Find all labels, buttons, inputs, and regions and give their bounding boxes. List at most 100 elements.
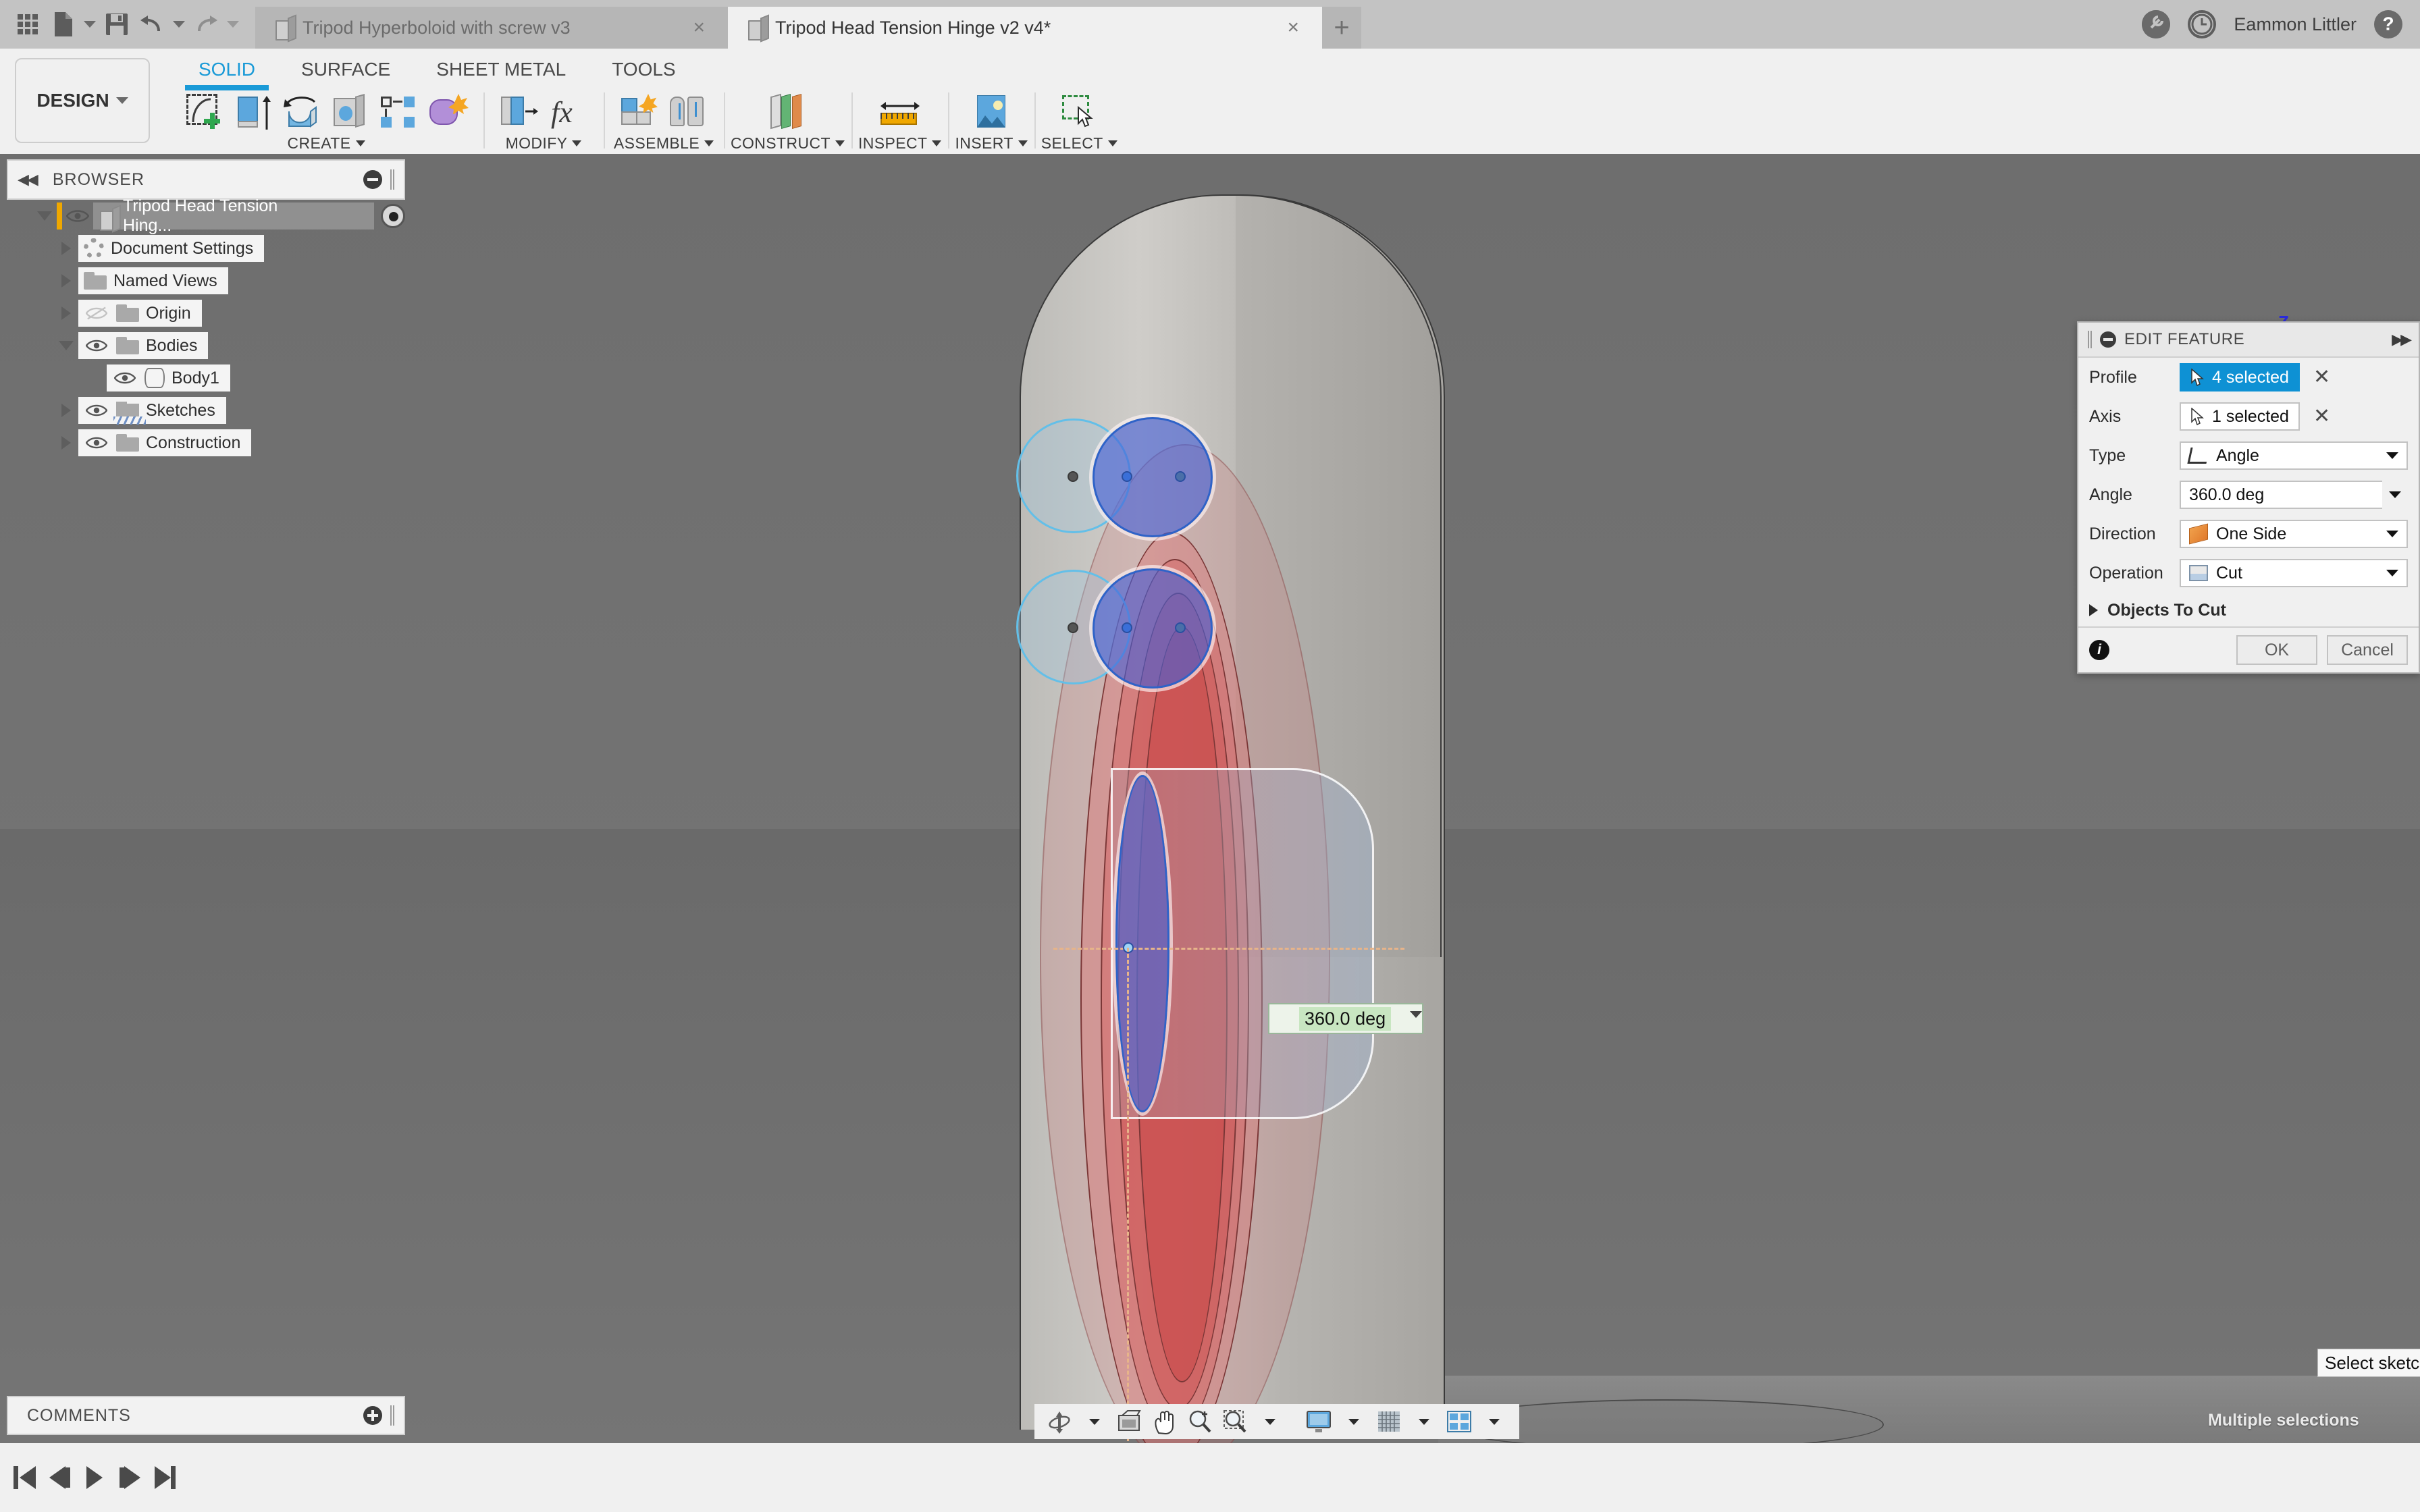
tree-item-bodies-row[interactable]: Bodies <box>78 332 209 359</box>
save-icon[interactable] <box>101 9 132 40</box>
tab-surface[interactable]: SURFACE <box>278 53 413 86</box>
zoom-window-icon[interactable] <box>1219 1406 1251 1437</box>
info-icon[interactable]: i <box>2089 640 2109 660</box>
new-tab-button[interactable]: + <box>1322 7 1361 49</box>
dialog-expand-icon[interactable]: ▶▶ <box>2392 331 2412 348</box>
cancel-button[interactable]: Cancel <box>2327 635 2408 665</box>
go-to-beginning-button[interactable] <box>7 1457 42 1498</box>
expand-twisty-icon[interactable] <box>54 297 78 329</box>
tree-item-document-settings-row[interactable]: Document Settings <box>78 235 265 262</box>
tree-item-body1[interactable]: Body1 <box>7 362 405 394</box>
redo-caret-icon[interactable] <box>226 9 240 40</box>
extrude-icon[interactable] <box>232 92 274 132</box>
orbit-icon[interactable] <box>1044 1406 1075 1437</box>
measure-icon[interactable] <box>879 92 921 132</box>
revolve-icon[interactable] <box>281 92 323 132</box>
panel-inspect-label[interactable]: INSPECT <box>858 134 942 153</box>
visibility-eye-icon[interactable] <box>84 333 109 358</box>
step-back-button[interactable] <box>42 1457 77 1498</box>
browser-collapse-icon[interactable] <box>363 170 382 189</box>
tree-item-named-views-row[interactable]: Named Views <box>78 267 228 294</box>
document-tab-1-close-icon[interactable]: × <box>666 18 705 38</box>
visibility-eye-icon[interactable] <box>112 365 138 391</box>
angle-input[interactable]: 360.0 deg <box>2180 481 2382 509</box>
panel-assemble-label[interactable]: ASSEMBLE <box>614 134 714 153</box>
document-tab-2[interactable]: Tripod Head Tension Hinge v2 v4* × <box>728 7 1322 49</box>
profile-selection-button[interactable]: 4 selected <box>2180 363 2300 392</box>
ok-button[interactable]: OK <box>2236 635 2317 665</box>
create-form-icon[interactable] <box>427 92 469 132</box>
recent-activity-clock-icon[interactable] <box>2188 10 2217 38</box>
grid-snap-icon[interactable] <box>1373 1406 1404 1437</box>
profile-clear-icon[interactable]: ✕ <box>2313 367 2330 387</box>
edit-feature-dialog[interactable]: EDIT FEATURE ▶▶ Profile 4 selected ✕ Axi… <box>2077 321 2420 674</box>
tree-item-bodies[interactable]: Bodies <box>7 329 405 362</box>
objects-to-cut-section[interactable]: Objects To Cut <box>2078 593 2419 628</box>
create-sketch-icon[interactable] <box>184 92 226 132</box>
redo-icon[interactable] <box>190 9 221 40</box>
panel-select-label[interactable]: SELECT <box>1041 134 1117 153</box>
parameters-fx-icon[interactable]: fx <box>547 92 589 132</box>
zoom-icon[interactable] <box>1184 1406 1215 1437</box>
expand-twisty-icon[interactable] <box>54 232 78 265</box>
document-tab-2-close-icon[interactable]: × <box>1260 18 1299 38</box>
visibility-hidden-eye-icon[interactable] <box>84 300 109 326</box>
tree-item-root-row[interactable]: Tripod Head Tension Hing... <box>93 196 374 235</box>
step-forward-button[interactable] <box>112 1457 147 1498</box>
app-grid-icon[interactable] <box>12 9 43 40</box>
tree-item-root[interactable]: Tripod Head Tension Hing... <box>7 196 405 235</box>
help-icon[interactable]: ? <box>2374 10 2402 38</box>
tree-item-origin[interactable]: Origin <box>7 297 405 329</box>
undo-icon[interactable] <box>136 9 167 40</box>
sweep-icon[interactable] <box>330 92 371 132</box>
visibility-eye-icon[interactable] <box>84 430 109 456</box>
job-status-icon[interactable] <box>2142 10 2171 38</box>
zoom-caret-icon[interactable] <box>1255 1406 1286 1437</box>
press-pull-icon[interactable] <box>498 92 540 132</box>
dialog-collapse-icon[interactable] <box>2100 331 2116 348</box>
viewports-icon[interactable] <box>1444 1406 1475 1437</box>
user-name-label[interactable]: Eammon Littler <box>2234 14 2357 35</box>
grid-snap-caret-icon[interactable] <box>1409 1406 1440 1437</box>
new-file-caret-icon[interactable] <box>82 9 97 40</box>
go-to-end-button[interactable] <box>147 1457 182 1498</box>
display-settings-icon[interactable] <box>1303 1406 1334 1437</box>
viewports-caret-icon[interactable] <box>1479 1406 1510 1437</box>
axis-selection-button[interactable]: 1 selected <box>2180 402 2300 431</box>
tree-item-origin-row[interactable]: Origin <box>78 300 202 327</box>
joint-icon[interactable] <box>667 92 709 132</box>
activate-component-radio[interactable] <box>381 204 405 228</box>
construction-plane-icon[interactable] <box>766 92 808 132</box>
undo-caret-icon[interactable] <box>172 9 186 40</box>
expand-twisty-icon[interactable] <box>54 394 78 427</box>
expand-twisty-icon[interactable] <box>54 329 78 362</box>
tree-item-named-views[interactable]: Named Views <box>7 265 405 297</box>
panel-construct-label[interactable]: CONSTRUCT <box>731 134 845 153</box>
tree-item-construction[interactable]: Construction <box>7 427 405 459</box>
selected-profile-circle[interactable] <box>1093 568 1213 688</box>
tree-item-sketches-row[interactable]: Sketches <box>78 397 226 425</box>
panel-insert-label[interactable]: INSERT <box>955 134 1028 153</box>
add-comment-icon[interactable] <box>363 1406 382 1425</box>
play-button[interactable] <box>77 1457 112 1498</box>
expand-twisty-icon[interactable] <box>54 265 78 297</box>
new-file-icon[interactable] <box>47 9 78 40</box>
select-window-icon[interactable] <box>1058 92 1100 132</box>
pan-icon[interactable] <box>1149 1406 1180 1437</box>
type-dropdown[interactable]: Angle <box>2180 441 2408 470</box>
visibility-eye-icon[interactable] <box>62 200 93 232</box>
visibility-eye-icon[interactable] <box>84 398 109 423</box>
selected-profile-circle[interactable] <box>1093 417 1213 537</box>
tree-item-sketches[interactable]: Sketches <box>7 394 405 427</box>
comments-resize-grip[interactable] <box>390 1405 394 1426</box>
tab-solid[interactable]: SOLID <box>176 53 278 90</box>
expand-twisty-icon[interactable] <box>54 427 78 459</box>
dialog-drag-grip[interactable] <box>2088 331 2092 348</box>
workspace-switcher-design-button[interactable]: DESIGN <box>15 58 150 143</box>
document-tab-1[interactable]: Tripod Hyperboloid with screw v3 × <box>255 7 728 49</box>
tab-tools[interactable]: TOOLS <box>589 53 698 86</box>
axis-clear-icon[interactable]: ✕ <box>2313 406 2330 427</box>
expand-twisty-icon[interactable] <box>32 200 57 232</box>
angle-dimension-caret-icon[interactable] <box>1410 1011 1422 1018</box>
pattern-icon[interactable] <box>378 92 420 132</box>
